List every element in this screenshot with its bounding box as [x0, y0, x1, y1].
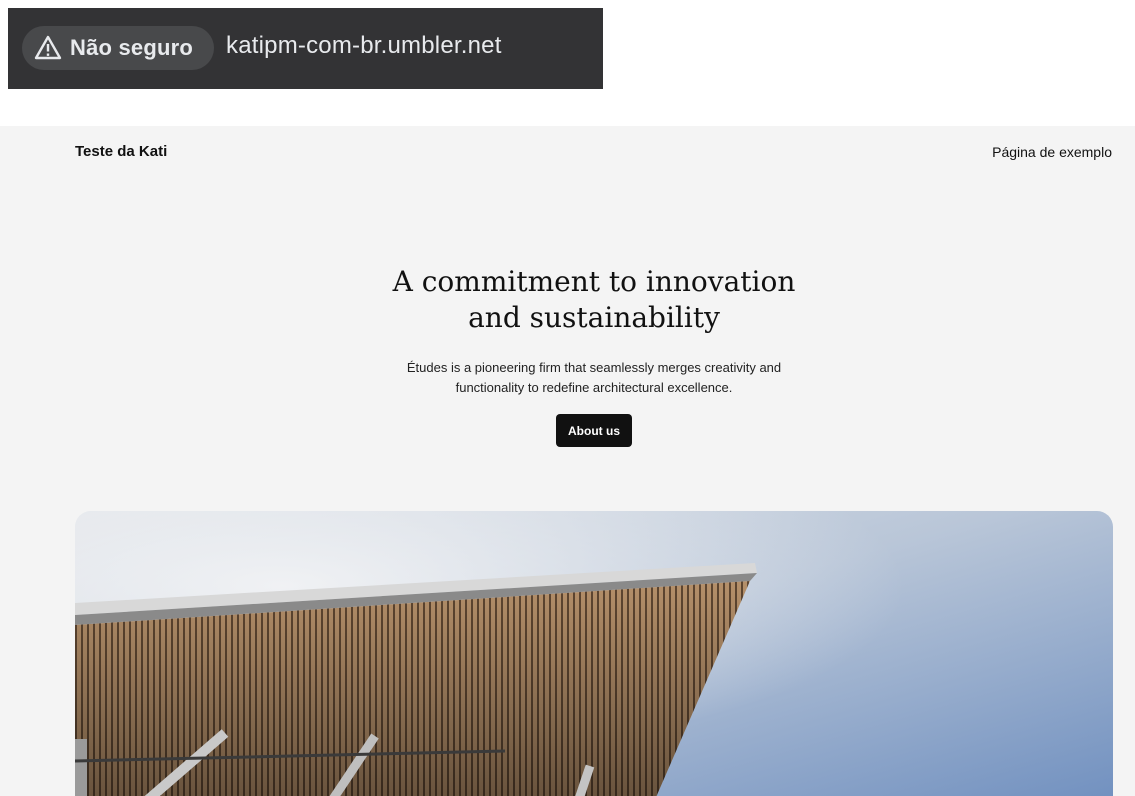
website-page: Teste da Kati Página de exemplo A commit…: [0, 126, 1135, 796]
hero-heading: A commitment to innovation and sustainab…: [0, 264, 1135, 336]
about-us-button[interactable]: About us: [556, 414, 632, 447]
building-canopy-illustration: [75, 511, 1113, 796]
nav-link-example-page[interactable]: Página de exemplo: [992, 144, 1112, 160]
security-label: Não seguro: [70, 35, 194, 60]
security-indicator-chip[interactable]: Não seguro: [22, 26, 214, 70]
hero-description: Études is a pioneering firm that seamles…: [0, 358, 1135, 398]
hero-description-line-2: functionality to redefine architectural …: [455, 380, 733, 395]
warning-triangle-icon: [34, 35, 62, 60]
hero-heading-line-1: A commitment to innovation: [392, 265, 796, 298]
site-title[interactable]: Teste da Kati: [75, 143, 167, 160]
hero-heading-line-2: and sustainability: [468, 301, 720, 334]
address-url[interactable]: katipm-com-br.umbler.net: [226, 32, 502, 60]
hero-architecture-image: [75, 511, 1113, 796]
hero-description-line-1: Études is a pioneering firm that seamles…: [406, 360, 782, 375]
